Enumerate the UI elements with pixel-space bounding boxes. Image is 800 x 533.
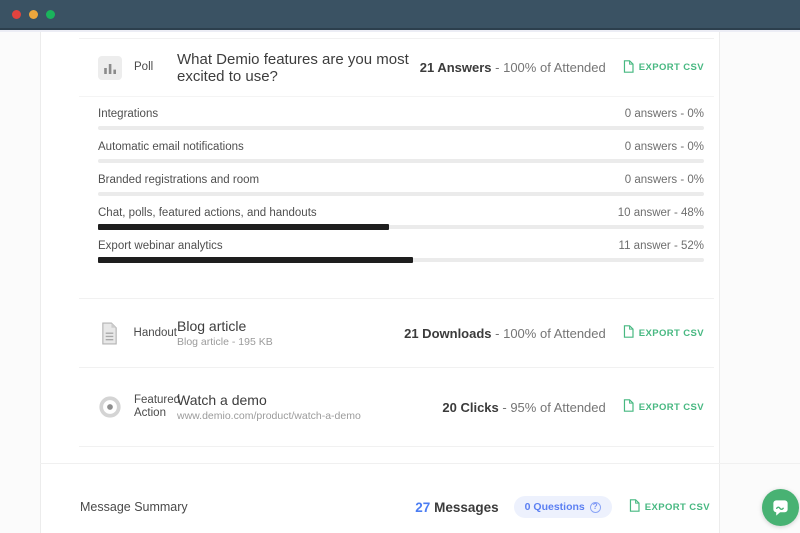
poll-option-bar [98,125,704,131]
poll-option-bar [98,224,704,230]
poll-question: What Demio features are you most excited… [177,51,420,85]
poll-option-stat: 10 answer - 48% [618,206,704,221]
poll-option-bar-fill [98,224,389,230]
poll-answers-count: 21 Answers [420,60,492,75]
questions-badge[interactable]: 0 Questions [514,496,612,518]
poll-option-bar [98,257,704,263]
poll-option-stat: 0 answers - 0% [625,173,704,188]
poll-type-label: Poll [134,61,153,74]
message-summary-controls: 27 Messages 0 Questions EXPORT CSV [415,496,710,518]
handout-info: Blog article Blog article - 195 KB [177,317,273,350]
featured-action-info: Watch a demo www.demio.com/product/watch… [177,391,361,424]
featured-action-clicks-count: 20 Clicks [442,400,498,415]
chat-launcher-button[interactable] [762,489,799,526]
poll-option-label: Integrations [98,107,158,122]
poll-option-bar-track [98,126,704,130]
featured-action-stats: 20 Clicks - 95% of Attended [442,400,605,415]
poll-export-csv-button[interactable]: EXPORT CSV [623,60,704,76]
poll-option-bar-track [98,192,704,196]
poll-options-list: Integrations 0 answers - 0% Automatic em… [79,97,714,263]
window-titlebar [0,0,800,30]
messages-count: 27 Messages [415,500,498,515]
featured-action-export-csv-button[interactable]: EXPORT CSV [623,399,704,415]
featured-action-section: Featured Action Watch a demo www.demio.c… [79,368,714,447]
message-summary-title: Message Summary [80,500,188,514]
zoom-window-button[interactable] [46,10,55,19]
poll-option-stat: 11 answer - 52% [619,239,704,254]
file-icon [623,60,634,76]
handout-export-csv-button[interactable]: EXPORT CSV [623,325,704,341]
handout-title: Blog article [177,317,273,335]
handout-row: Handout Blog article Blog article - 195 … [79,299,714,367]
messages-number: 27 [415,500,430,515]
minimize-window-button[interactable] [29,10,38,19]
featured-action-title: Watch a demo [177,391,361,409]
close-window-button[interactable] [12,10,21,19]
handout-type-label: Handout [134,327,177,340]
featured-action-type-label: Featured Action [134,394,178,420]
poll-option-row: Automatic email notifications 0 answers … [98,140,704,164]
poll-attended-pct: - 100% of Attended [495,60,606,75]
chat-bubble-icon [771,498,790,517]
poll-option-bar-fill [98,257,413,263]
messages-export-csv-button[interactable]: EXPORT CSV [629,499,710,515]
handout-attended-pct: - 100% of Attended [495,326,606,341]
poll-option-label: Branded registrations and room [98,173,259,188]
poll-option-stat: 0 answers - 0% [625,107,704,122]
footer-divider [40,463,800,464]
poll-option-row: Integrations 0 answers - 0% [98,107,704,131]
poll-section: Poll What Demio features are you most ex… [79,38,714,299]
poll-type: Poll [98,56,177,80]
bar-chart-icon [98,56,122,80]
file-icon [629,499,640,515]
target-icon [98,395,122,419]
poll-option-row: Export webinar analytics 11 answer - 52% [98,239,704,263]
featured-action-row: Featured Action Watch a demo www.demio.c… [79,368,714,446]
poll-option-bar-track [98,159,704,163]
featured-action-subtitle: www.demio.com/product/watch-a-demo [177,409,361,424]
handout-downloads-count: 21 Downloads [404,326,491,341]
handout-stats: 21 Downloads - 100% of Attended [404,326,606,341]
messages-label: Messages [434,500,499,515]
file-icon [623,399,634,415]
featured-action-attended-pct: - 95% of Attended [502,400,605,415]
poll-option-label: Export webinar analytics [98,239,223,254]
featured-action-type: Featured Action [98,394,177,420]
poll-header: Poll What Demio features are you most ex… [79,39,714,97]
message-summary-bar: Message Summary 27 Messages 0 Questions [80,477,710,533]
handout-subtitle: Blog article - 195 KB [177,335,273,350]
handout-section: Handout Blog article Blog article - 195 … [79,299,714,368]
poll-option-label: Automatic email notifications [98,140,244,155]
poll-stats: 21 Answers - 100% of Attended [420,60,606,75]
app-window: Poll What Demio features are you most ex… [0,0,800,533]
poll-option-row: Branded registrations and room 0 answers… [98,173,704,197]
poll-option-row: Chat, polls, featured actions, and hando… [98,206,704,230]
analytics-page: Poll What Demio features are you most ex… [0,30,800,533]
help-circle-icon [590,502,601,513]
poll-option-stat: 0 answers - 0% [625,140,704,155]
file-icon [623,325,634,341]
analytics-panel: Poll What Demio features are you most ex… [40,32,720,533]
handout-type: Handout [98,322,177,345]
poll-option-bar [98,158,704,164]
poll-option-label: Chat, polls, featured actions, and hando… [98,206,317,221]
document-icon [98,322,122,345]
poll-option-bar [98,191,704,197]
